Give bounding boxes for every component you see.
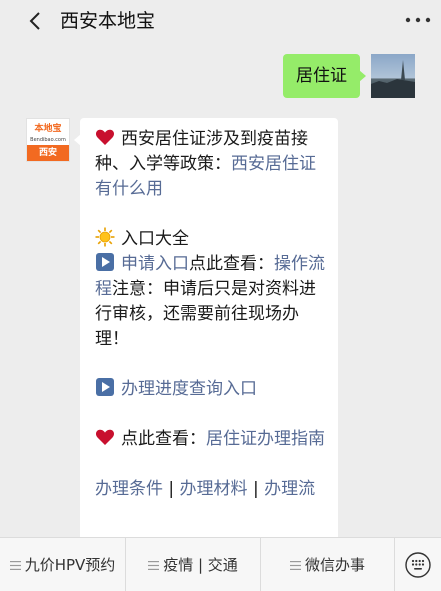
- menu-item-epidemic-traffic[interactable]: 疫情 | 交通: [126, 538, 260, 591]
- menu-item-label: 九价HPV预约: [24, 556, 116, 574]
- process-link[interactable]: 办理流: [264, 479, 315, 499]
- menu-list-icon: [9, 561, 21, 570]
- entry-list-title: 入口大全: [121, 229, 189, 249]
- reply-paragraph-1: 西安居住证涉及到疫苗接种、入学等政策：西安居住证有什么用: [95, 127, 331, 202]
- menu-list-icon: [289, 561, 301, 570]
- reply-text-3: 点此查看：: [189, 254, 274, 274]
- play-button-icon: [96, 378, 114, 396]
- logo-url-text: Bendibao.com: [30, 137, 66, 143]
- menu-item-label: 微信办事: [304, 556, 365, 574]
- reply-note-text: 注意：申请后只是对资料进行审核，还需要前往现场办理！: [95, 279, 316, 349]
- bottom-menu: 九价HPV预约 疫情 | 交通 微信办事: [0, 537, 441, 591]
- menu-item-wechat-services[interactable]: 微信办事: [261, 538, 394, 591]
- menu-item-hpv[interactable]: 九价HPV预约: [0, 538, 125, 591]
- sun-icon: [95, 227, 115, 247]
- reply-paragraph-2: 入口大全: [95, 227, 331, 252]
- more-options-icon[interactable]: [405, 16, 431, 24]
- conditions-link[interactable]: 办理条件: [95, 479, 163, 499]
- user-avatar[interactable]: [371, 54, 415, 98]
- materials-link[interactable]: 办理材料: [180, 479, 248, 499]
- reply-paragraph-4: 办理进度查询入口: [95, 377, 331, 402]
- logo-city-text: 西安: [27, 145, 69, 161]
- link-separator: |: [247, 479, 265, 499]
- incoming-message: 西安居住证涉及到疫苗接种、入学等政策：西安居住证有什么用 入口大全 申请入口点此…: [80, 118, 338, 546]
- reply-paragraph-6: 办理条件 | 办理材料 | 办理流: [95, 477, 331, 502]
- official-account-avatar[interactable]: 本地宝 Bendibao.com 西安: [26, 118, 70, 162]
- reply-paragraph-3: 申请入口点此查看：操作流程注意：申请后只是对资料进行审核，还需要前往现场办理！: [95, 252, 331, 352]
- progress-query-link[interactable]: 办理进度查询入口: [121, 379, 257, 399]
- menu-list-icon: [148, 561, 160, 570]
- link-separator: |: [163, 479, 180, 499]
- menu-divider: [394, 538, 395, 591]
- play-button-icon: [96, 253, 114, 271]
- reply-text-5: 点此查看：: [121, 429, 206, 449]
- heart-icon: [95, 429, 115, 445]
- keyboard-icon[interactable]: [405, 552, 431, 578]
- reply-paragraph-5: 点此查看：居住证办理指南: [95, 427, 331, 452]
- menu-item-label: 疫情 | 交通: [163, 556, 238, 574]
- avatar-photo: [371, 60, 415, 98]
- back-arrow-icon[interactable]: [26, 10, 46, 32]
- top-bar: 西安本地宝: [0, 0, 441, 44]
- guide-link[interactable]: 居住证办理指南: [206, 429, 325, 449]
- heart-icon: [95, 129, 115, 145]
- logo-brand-text: 本地宝: [34, 124, 62, 134]
- chat-title: 西安本地宝: [60, 10, 156, 32]
- outgoing-bubble-tail: [359, 70, 366, 82]
- outgoing-message[interactable]: 居住证: [283, 54, 360, 98]
- apply-entry-link[interactable]: 申请入口: [121, 254, 189, 274]
